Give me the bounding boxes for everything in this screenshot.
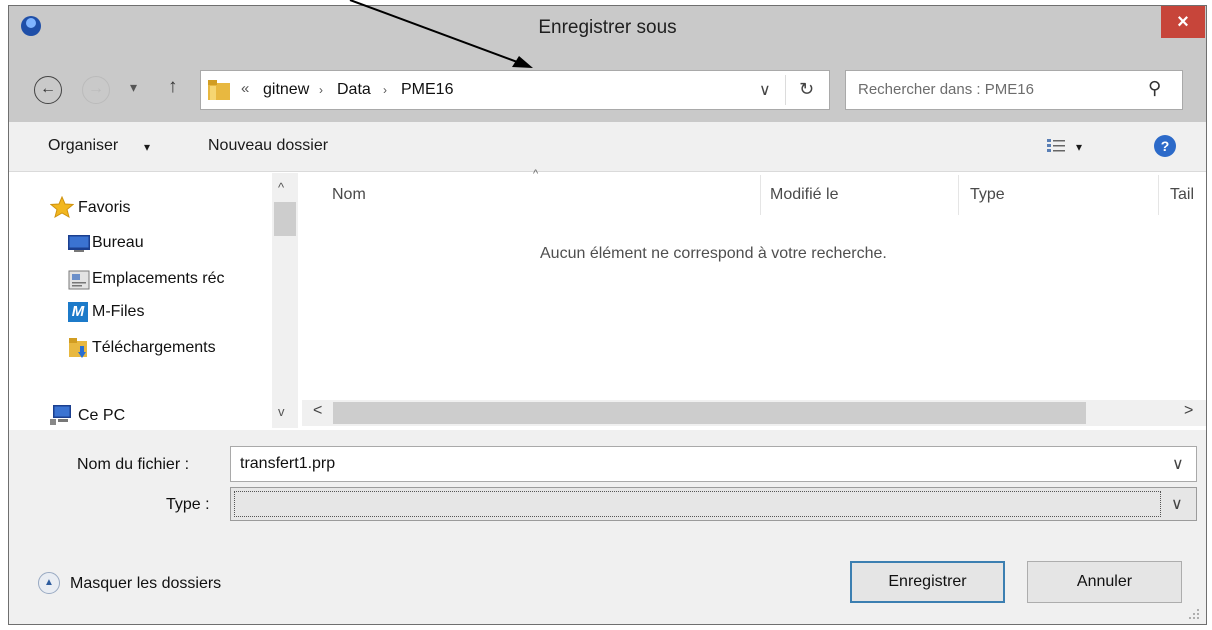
breadcrumb-overflow[interactable]: « — [241, 80, 249, 97]
mfiles-icon: M — [68, 302, 88, 322]
sort-indicator-icon: ^ — [533, 168, 539, 180]
breadcrumb-pme16[interactable]: PME16 — [401, 81, 453, 99]
filename-field[interactable]: transfert1.prp ∨ — [230, 446, 1197, 482]
scroll-right-button[interactable]: > — [1184, 402, 1193, 420]
breadcrumb-separator[interactable]: › — [319, 83, 323, 97]
computer-icon — [50, 405, 71, 425]
nav-item-label: Ce PC — [78, 407, 126, 424]
hide-folders-label: Masquer les dossiers — [70, 575, 222, 592]
view-options-icon[interactable] — [1046, 137, 1066, 155]
resize-grip-icon[interactable] — [1186, 606, 1200, 620]
horizontal-scroll-thumb[interactable] — [333, 402, 1086, 424]
save-button[interactable]: Enregistrer — [850, 561, 1005, 603]
back-button[interactable]: ← — [34, 76, 62, 104]
filename-label: Nom du fichier : — [77, 456, 190, 473]
up-button[interactable]: ↑ — [168, 76, 178, 98]
navigation-pane-scroll-up[interactable]: ^ — [278, 180, 284, 195]
navigation-pane-scroll-thumb[interactable] — [274, 202, 296, 236]
nav-item-label: Emplacements réc — [92, 270, 225, 287]
cancel-button[interactable]: Annuler — [1027, 561, 1182, 603]
column-separator[interactable] — [958, 175, 959, 215]
toolbar — [9, 122, 1206, 172]
nav-item-label: Téléchargements — [92, 339, 216, 356]
nav-item-label: M-Files — [92, 303, 145, 320]
address-bar[interactable]: « gitnew › Data › PME16 ∨ ↻ — [200, 70, 830, 110]
annotation-arrow — [349, 0, 533, 68]
organize-menu-button[interactable]: Organiser — [48, 137, 118, 155]
recent-locations-dropdown[interactable]: ▾ — [130, 79, 137, 96]
downloads-folder-icon — [69, 338, 87, 358]
chevron-up-icon: ▲ — [38, 572, 60, 594]
column-header-taille[interactable]: Tail — [1170, 186, 1194, 204]
navigation-pane-scroll-down[interactable]: v — [278, 404, 285, 419]
new-folder-button[interactable]: Nouveau dossier — [208, 137, 328, 155]
address-divider — [785, 75, 786, 105]
column-separator[interactable] — [1158, 175, 1159, 215]
star-icon — [50, 196, 74, 218]
breadcrumb-data[interactable]: Data — [337, 81, 371, 99]
column-separator[interactable] — [760, 175, 761, 215]
filename-input[interactable]: transfert1.prp — [240, 455, 335, 473]
empty-results-message: Aucun élément ne correspond à votre rech… — [540, 245, 887, 262]
search-input[interactable]: Rechercher dans : PME16 — [858, 81, 1034, 98]
organize-caret-icon[interactable]: ▾ — [144, 140, 150, 154]
column-header-type[interactable]: Type — [970, 186, 1005, 204]
address-dropdown-button[interactable]: ∨ — [759, 80, 771, 100]
view-caret-icon[interactable]: ▾ — [1076, 140, 1082, 154]
filename-dropdown-button[interactable]: ∨ — [1172, 454, 1184, 474]
folder-icon — [208, 80, 230, 100]
file-list[interactable] — [302, 172, 1206, 430]
nav-item-label: Bureau — [92, 234, 144, 251]
breadcrumb-separator[interactable]: › — [383, 83, 387, 97]
search-icon[interactable]: ⚲ — [1148, 78, 1161, 99]
breadcrumb-gitnew[interactable]: gitnew — [263, 81, 309, 99]
forward-button[interactable]: → — [82, 76, 110, 104]
column-header-modifie-le[interactable]: Modifié le — [770, 186, 838, 204]
scroll-left-button[interactable]: < — [313, 402, 322, 420]
nav-item-emplacements-recents[interactable]: Emplacements réc — [68, 269, 290, 293]
desktop-icon — [68, 235, 90, 252]
search-box[interactable]: Rechercher dans : PME16 ⚲ — [845, 70, 1183, 110]
file-type-dropdown-button[interactable]: ∨ — [1171, 494, 1183, 514]
refresh-button[interactable]: ↻ — [799, 79, 814, 100]
recent-places-icon — [68, 270, 90, 290]
column-header-nom[interactable]: Nom — [332, 186, 366, 204]
nav-item-label: Favoris — [78, 199, 131, 216]
help-icon[interactable]: ? — [1154, 135, 1176, 157]
file-type-value[interactable] — [234, 491, 1161, 517]
type-label: Type : — [166, 496, 210, 513]
